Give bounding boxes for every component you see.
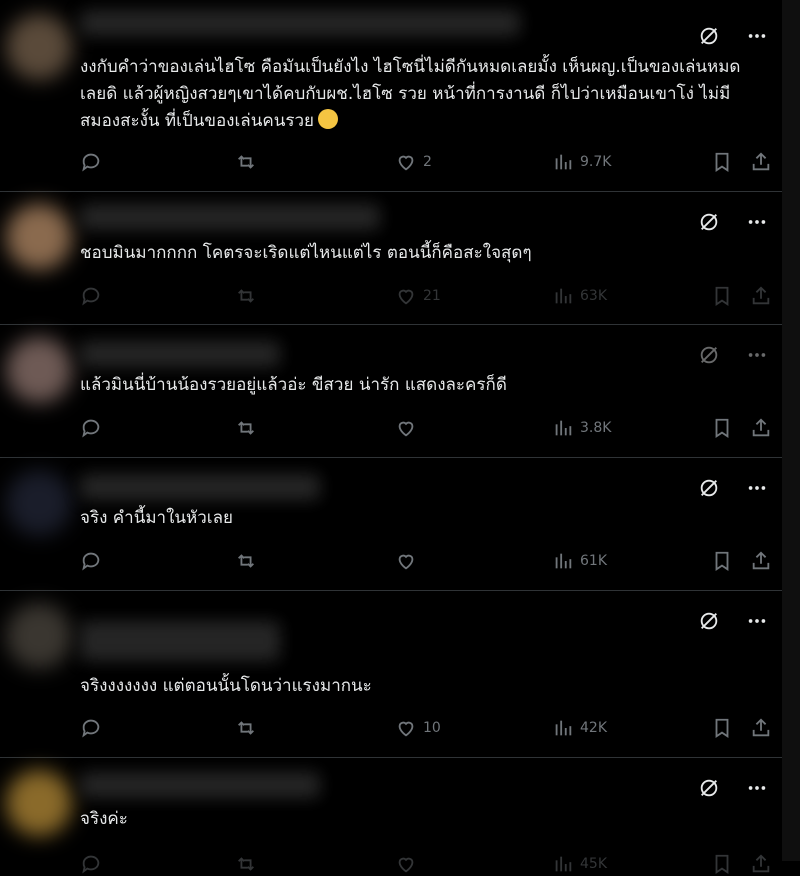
avatar[interactable] bbox=[6, 337, 72, 403]
scrollbar-track[interactable] bbox=[782, 0, 800, 861]
view-count: 45K bbox=[580, 856, 607, 872]
like-count: 21 bbox=[423, 288, 441, 304]
like-icon[interactable] bbox=[395, 285, 417, 307]
reply-text: ชอบมินมากกกก โคตรจะเริดแต่ไหนแต่ไร ตอนนี… bbox=[80, 243, 532, 263]
relieved-face-emoji bbox=[317, 109, 338, 129]
author-name-blurred bbox=[80, 474, 320, 500]
grok-icon[interactable] bbox=[698, 777, 720, 799]
share-icon[interactable] bbox=[750, 417, 772, 439]
author-name-blurred bbox=[80, 10, 520, 36]
more-options-icon[interactable] bbox=[746, 25, 768, 47]
grok-icon[interactable] bbox=[698, 211, 720, 233]
share-icon[interactable] bbox=[750, 550, 772, 572]
author-name-blurred bbox=[80, 772, 320, 798]
repost-icon[interactable] bbox=[235, 550, 257, 572]
bookmark-icon[interactable] bbox=[711, 717, 733, 739]
reply-icon[interactable] bbox=[80, 417, 102, 439]
views-icon[interactable] bbox=[552, 151, 574, 173]
avatar[interactable] bbox=[6, 470, 72, 536]
reply-post[interactable]: จริงงงงงงง แต่ตอนนั้นโดนว่าแรงมากนะ 10 4… bbox=[0, 591, 782, 758]
view-count: 63K bbox=[580, 288, 607, 304]
reply-icon[interactable] bbox=[80, 717, 102, 739]
share-icon[interactable] bbox=[750, 717, 772, 739]
reply-text: แล้วมินนี่บ้านน้องรวยอยู่แล้วอ่ะ ขีสวย น… bbox=[80, 375, 507, 395]
repost-icon[interactable] bbox=[235, 285, 257, 307]
grok-icon[interactable] bbox=[698, 344, 720, 366]
like-icon[interactable] bbox=[395, 717, 417, 739]
view-count: 9.7K bbox=[580, 154, 612, 170]
avatar[interactable] bbox=[6, 603, 72, 669]
avatar[interactable] bbox=[6, 770, 72, 836]
more-options-icon[interactable] bbox=[746, 777, 768, 799]
more-options-icon[interactable] bbox=[746, 344, 768, 366]
repost-icon[interactable] bbox=[235, 417, 257, 439]
like-count: 2 bbox=[423, 154, 432, 170]
avatar[interactable] bbox=[6, 14, 72, 80]
reply-post[interactable]: แล้วมินนี่บ้านน้องรวยอยู่แล้วอ่ะ ขีสวย น… bbox=[0, 325, 782, 458]
grok-icon[interactable] bbox=[698, 25, 720, 47]
views-icon[interactable] bbox=[552, 417, 574, 439]
share-icon[interactable] bbox=[750, 151, 772, 173]
like-icon[interactable] bbox=[395, 417, 417, 439]
views-icon[interactable] bbox=[552, 717, 574, 739]
like-icon[interactable] bbox=[395, 550, 417, 572]
like-icon[interactable] bbox=[395, 853, 417, 875]
views-icon[interactable] bbox=[552, 550, 574, 572]
reply-text: จริง คำนี้มาในหัวเลย bbox=[80, 508, 233, 528]
view-count: 42K bbox=[580, 720, 607, 736]
like-icon[interactable] bbox=[395, 151, 417, 173]
reply-post[interactable]: จริงค่ะ 45K bbox=[0, 758, 782, 874]
reply-text: จริงงงงงงง แต่ตอนนั้นโดนว่าแรงมากนะ bbox=[80, 676, 372, 696]
views-icon[interactable] bbox=[552, 853, 574, 875]
reply-text: งงกับคำว่าของเล่นไฮโซ คือมันเป็นยังไง ไฮ… bbox=[80, 57, 741, 131]
grok-icon[interactable] bbox=[698, 477, 720, 499]
like-count: 10 bbox=[423, 720, 441, 736]
reply-icon[interactable] bbox=[80, 151, 102, 173]
grok-icon[interactable] bbox=[698, 610, 720, 632]
more-options-icon[interactable] bbox=[746, 211, 768, 233]
author-name-blurred bbox=[80, 621, 280, 661]
reply-icon[interactable] bbox=[80, 550, 102, 572]
repost-icon[interactable] bbox=[235, 151, 257, 173]
bookmark-icon[interactable] bbox=[711, 853, 733, 875]
more-options-icon[interactable] bbox=[746, 610, 768, 632]
bookmark-icon[interactable] bbox=[711, 151, 733, 173]
views-icon[interactable] bbox=[552, 285, 574, 307]
reply-post[interactable]: งงกับคำว่าของเล่นไฮโซ คือมันเป็นยังไง ไฮ… bbox=[0, 0, 782, 192]
view-count: 3.8K bbox=[580, 420, 612, 436]
bookmark-icon[interactable] bbox=[711, 550, 733, 572]
reply-icon[interactable] bbox=[80, 853, 102, 875]
reply-icon[interactable] bbox=[80, 285, 102, 307]
reply-post[interactable]: ชอบมินมากกกก โคตรจะเริดแต่ไหนแต่ไร ตอนนี… bbox=[0, 192, 782, 325]
share-icon[interactable] bbox=[750, 285, 772, 307]
author-name-blurred bbox=[80, 204, 380, 230]
repost-icon[interactable] bbox=[235, 853, 257, 875]
reply-text: จริงค่ะ bbox=[80, 809, 128, 829]
reply-post[interactable]: จริง คำนี้มาในหัวเลย 61K bbox=[0, 458, 782, 591]
view-count: 61K bbox=[580, 553, 607, 569]
reply-feed: งงกับคำว่าของเล่นไฮโซ คือมันเป็นยังไง ไฮ… bbox=[0, 0, 782, 874]
repost-icon[interactable] bbox=[235, 717, 257, 739]
bookmark-icon[interactable] bbox=[711, 285, 733, 307]
author-name-blurred bbox=[80, 341, 280, 367]
more-options-icon[interactable] bbox=[746, 477, 768, 499]
avatar[interactable] bbox=[6, 204, 72, 270]
bookmark-icon[interactable] bbox=[711, 417, 733, 439]
share-icon[interactable] bbox=[750, 853, 772, 875]
